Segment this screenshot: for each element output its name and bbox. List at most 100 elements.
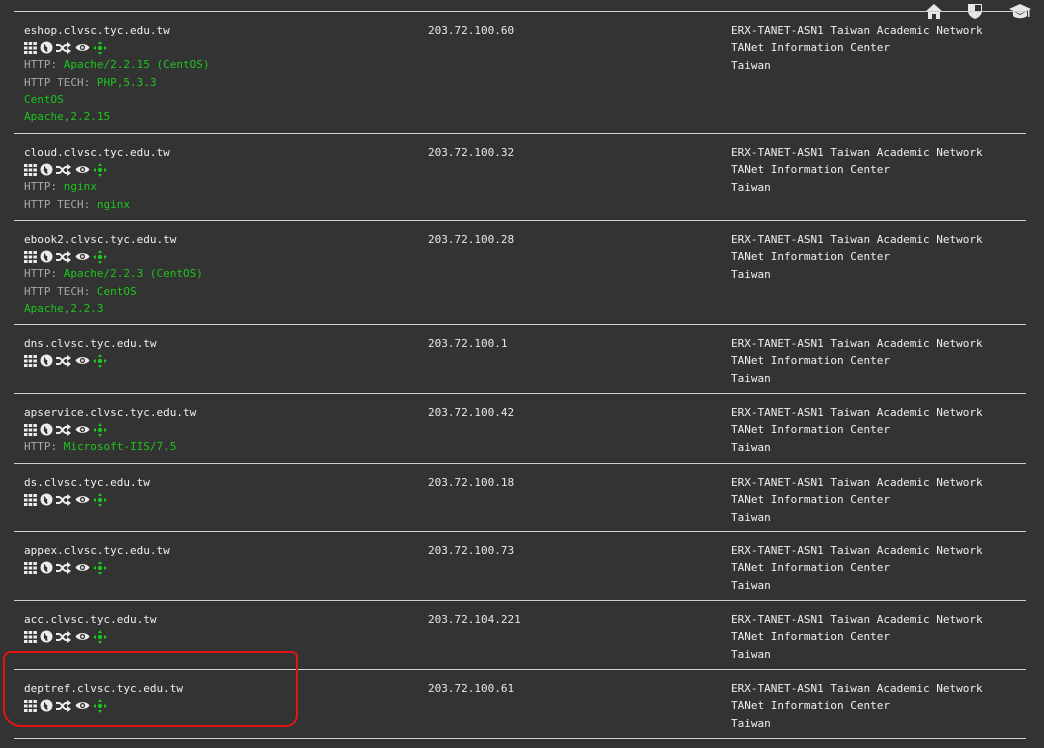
shuffle-icon[interactable] [56,354,71,367]
host-cell: apservice.clvsc.tyc.edu.tw HTTP: Microso… [24,404,414,456]
asn-name: ERX-TANET-ASN1 Taiwan Academic Network [731,476,983,489]
globe-icon[interactable] [40,163,53,176]
crosshair-icon[interactable] [93,40,107,55]
grid-icon[interactable] [24,630,37,643]
host-cell: dns.clvsc.tyc.edu.tw [24,335,414,369]
grid-icon[interactable] [24,163,37,176]
grid-icon[interactable] [24,423,37,436]
crosshair-icon[interactable] [93,560,107,575]
eye-icon[interactable] [75,494,90,505]
eye-icon[interactable] [75,631,90,642]
country: Taiwan [731,647,771,661]
action-icons [24,248,414,265]
globe-icon[interactable] [40,423,53,436]
shuffle-icon[interactable] [56,630,71,643]
action-icons [24,39,414,56]
action-icons [24,491,414,508]
http-label: HTTP: [24,440,58,454]
hostname-link[interactable]: deptref.clvsc.tyc.edu.tw [24,680,414,697]
shuffle-icon[interactable] [56,493,71,506]
globe-icon[interactable] [40,41,53,54]
crosshair-icon[interactable] [93,162,107,177]
hostname-link[interactable]: ebook2.clvsc.tyc.edu.tw [24,231,414,248]
shuffle-icon[interactable] [56,250,71,263]
eye-icon[interactable] [75,251,90,262]
http-value: Microsoft-IIS/7.5 [63,440,177,454]
eye-icon[interactable] [75,42,90,53]
country: Taiwan [731,267,771,281]
http-value: Apache/2.2.3 (CentOS) [63,267,203,281]
host-cell: ds.clvsc.tyc.edu.tw [24,474,414,508]
grid-icon[interactable] [24,493,37,506]
table-row: appex.clvsc.tyc.edu.tw 203.72.100.73 ERX… [14,532,1026,601]
tech-value: nginx [96,197,130,211]
action-icons [24,161,414,178]
host-cell: appex.clvsc.tyc.edu.tw [24,542,414,576]
org-name: TANet Information Center [731,493,890,507]
country: Taiwan [731,440,771,454]
tech-value: PHP,5.3.3 [96,75,157,89]
action-icons [24,697,414,714]
host-cell: ebook2.clvsc.tyc.edu.tw HTTP: Apache/2.2… [24,231,414,317]
table-row: ds.clvsc.tyc.edu.tw 203.72.100.18 ERX-TA… [14,464,1026,532]
shuffle-icon[interactable] [56,561,71,574]
shuffle-icon[interactable] [56,699,71,712]
table-row: apservice.clvsc.tyc.edu.tw HTTP: Microso… [14,394,1026,464]
http-value: Apache/2.2.15 (CentOS) [63,58,210,72]
country: Taiwan [731,371,771,385]
eye-icon[interactable] [75,355,90,366]
grid-icon[interactable] [24,41,37,54]
crosshair-icon[interactable] [93,249,107,264]
grid-icon[interactable] [24,699,37,712]
ip-address: 203.72.100.42 [428,406,515,419]
eye-icon[interactable] [75,424,90,435]
action-icons [24,628,414,645]
globe-icon[interactable] [40,493,53,506]
hostname-link[interactable]: apservice.clvsc.tyc.edu.tw [24,404,414,421]
eye-icon[interactable] [75,562,90,573]
table-row: dns.clvsc.tyc.edu.tw 203.72.100.1 ERX-TA… [14,325,1026,394]
globe-icon[interactable] [40,699,53,712]
host-cell: deptref.clvsc.tyc.edu.tw [24,680,414,714]
hostname-link[interactable]: dns.clvsc.tyc.edu.tw [24,335,414,352]
crosshair-icon[interactable] [93,422,107,437]
globe-icon[interactable] [40,561,53,574]
action-icons [24,559,414,576]
country: Taiwan [731,510,771,524]
tech-extra: Apache,2.2.15 [24,110,111,124]
globe-icon[interactable] [40,250,53,263]
http-label: HTTP: [24,58,58,72]
hostname-link[interactable]: appex.clvsc.tyc.edu.tw [24,542,414,559]
globe-icon[interactable] [40,630,53,643]
asn-name: ERX-TANET-ASN1 Taiwan Academic Network [731,544,983,557]
ip-address: 203.72.100.28 [428,233,515,246]
crosshair-icon[interactable] [93,698,107,713]
globe-icon[interactable] [40,354,53,367]
grid-icon[interactable] [24,561,37,574]
org-name: TANet Information Center [731,41,890,55]
eye-icon[interactable] [75,700,90,711]
hostname-link[interactable]: cloud.clvsc.tyc.edu.tw [24,144,414,161]
shuffle-icon[interactable] [56,423,71,436]
hostname-link[interactable]: ds.clvsc.tyc.edu.tw [24,474,414,491]
table-row: cloud.clvsc.tyc.edu.tw HTTP: nginx HTTP … [14,134,1026,221]
crosshair-icon[interactable] [93,492,107,507]
org-name: TANet Information Center [731,354,890,368]
crosshair-icon[interactable] [93,353,107,368]
shuffle-icon[interactable] [56,41,71,54]
tech-extra: Apache,2.2.3 [24,301,104,315]
host-cell: eshop.clvsc.tyc.edu.tw HTTP: Apache/2.2.… [24,22,414,125]
hostname-link[interactable]: acc.clvsc.tyc.edu.tw [24,611,414,628]
ip-address: 203.72.100.32 [428,146,515,159]
tech-label: HTTP TECH: [24,197,91,211]
hostname-link[interactable]: eshop.clvsc.tyc.edu.tw [24,22,414,39]
eye-icon[interactable] [75,164,90,175]
org-name: TANet Information Center [731,699,890,713]
action-icons [24,421,414,438]
grid-icon[interactable] [24,250,37,263]
grid-icon[interactable] [24,354,37,367]
shuffle-icon[interactable] [56,163,71,176]
ip-address: 203.72.100.18 [428,476,515,489]
crosshair-icon[interactable] [93,629,107,644]
asn-name: ERX-TANET-ASN1 Taiwan Academic Network [731,337,983,350]
